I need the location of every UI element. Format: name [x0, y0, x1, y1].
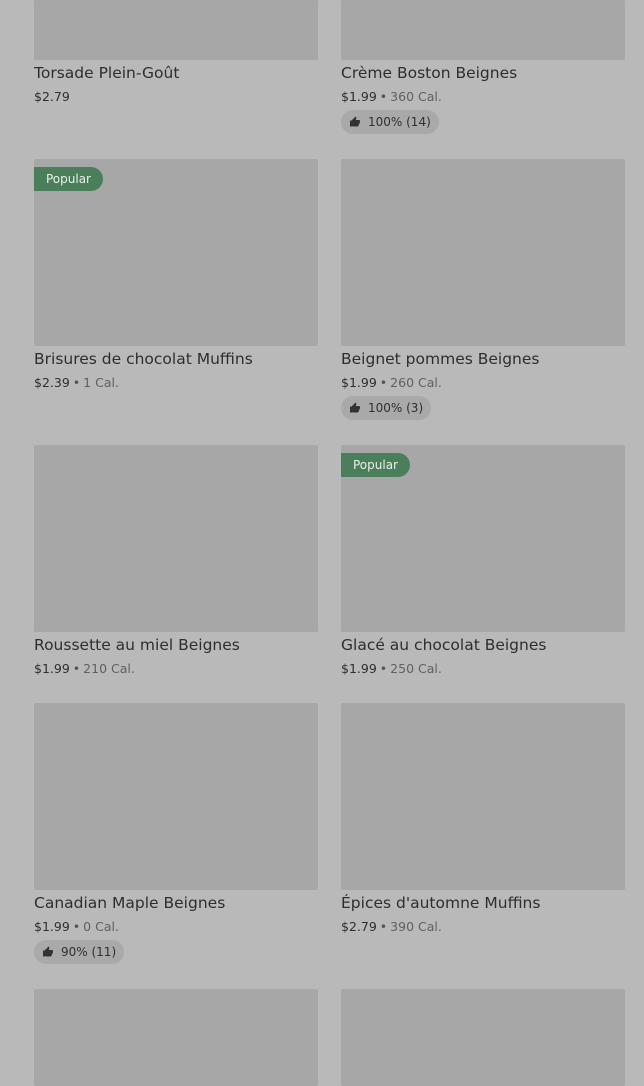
product-name: Torsade Plein-Goût: [34, 64, 180, 82]
product-meta: $1.99 • 260 Cal.: [341, 375, 442, 390]
product-calories: 0 Cal.: [83, 919, 119, 934]
product-price: $1.99: [341, 661, 377, 676]
product-calories: 390 Cal.: [390, 919, 442, 934]
product-meta: $2.39 • 1 Cal.: [34, 375, 119, 390]
product-image[interactable]: Popular: [34, 159, 318, 346]
product-price: $2.79: [34, 89, 70, 104]
product-meta: $2.79 • 390 Cal.: [341, 919, 442, 934]
product-image[interactable]: [341, 989, 625, 1086]
rating-chip: 100% (3): [341, 396, 432, 420]
product-price: $1.99: [341, 89, 377, 104]
thumbs-up-icon: [350, 116, 360, 127]
product-calories: 210 Cal.: [83, 661, 135, 676]
product-meta: $2.79: [34, 89, 70, 104]
product-calories: 360 Cal.: [390, 89, 442, 104]
product-price: $1.99: [34, 661, 70, 676]
product-name: Glacé au chocolat Beignes: [341, 636, 547, 654]
product-image[interactable]: [341, 159, 625, 346]
product-image[interactable]: [34, 989, 318, 1086]
product-image[interactable]: [341, 703, 625, 890]
product-name: Brisures de chocolat Muffins: [34, 350, 253, 368]
rating-text: 100% (14): [368, 115, 431, 129]
rating-chip: 100% (14): [341, 110, 439, 134]
meta-separator: •: [379, 89, 388, 104]
meta-separator: •: [379, 375, 388, 390]
meta-separator: •: [379, 919, 388, 934]
product-image[interactable]: [34, 703, 318, 890]
meta-separator: •: [72, 919, 81, 934]
product-name: Canadian Maple Beignes: [34, 894, 226, 912]
product-name: Crème Boston Beignes: [341, 64, 518, 82]
product-calories: 260 Cal.: [390, 375, 442, 390]
thumbs-up-icon: [43, 946, 53, 957]
product-price: $1.99: [34, 919, 70, 934]
rating-text: 100% (3): [368, 401, 424, 415]
meta-separator: •: [379, 661, 388, 676]
product-name: Roussette au miel Beignes: [34, 636, 240, 654]
popular-badge: Popular: [341, 453, 410, 477]
popular-badge: Popular: [34, 167, 103, 191]
product-name: Beignet pommes Beignes: [341, 350, 540, 368]
product-calories: 250 Cal.: [390, 661, 442, 676]
product-image[interactable]: [341, 0, 625, 60]
rating-chip: 90% (11): [34, 940, 125, 964]
product-meta: $1.99 • 0 Cal.: [34, 919, 119, 934]
product-price: $1.99: [341, 375, 377, 390]
product-meta: $1.99 • 250 Cal.: [341, 661, 442, 676]
product-name: Épices d'automne Muffins: [341, 894, 541, 912]
product-calories: 1 Cal.: [83, 375, 119, 390]
meta-separator: •: [72, 661, 81, 676]
product-image[interactable]: [34, 0, 318, 60]
thumbs-up-icon: [350, 402, 360, 413]
product-image[interactable]: Popular: [341, 445, 625, 632]
meta-separator: •: [72, 375, 81, 390]
product-price: $2.79: [341, 919, 377, 934]
product-image[interactable]: [34, 445, 318, 632]
rating-text: 90% (11): [61, 945, 117, 959]
product-meta: $1.99 • 360 Cal.: [341, 89, 442, 104]
product-price: $2.39: [34, 375, 70, 390]
product-meta: $1.99 • 210 Cal.: [34, 661, 135, 676]
